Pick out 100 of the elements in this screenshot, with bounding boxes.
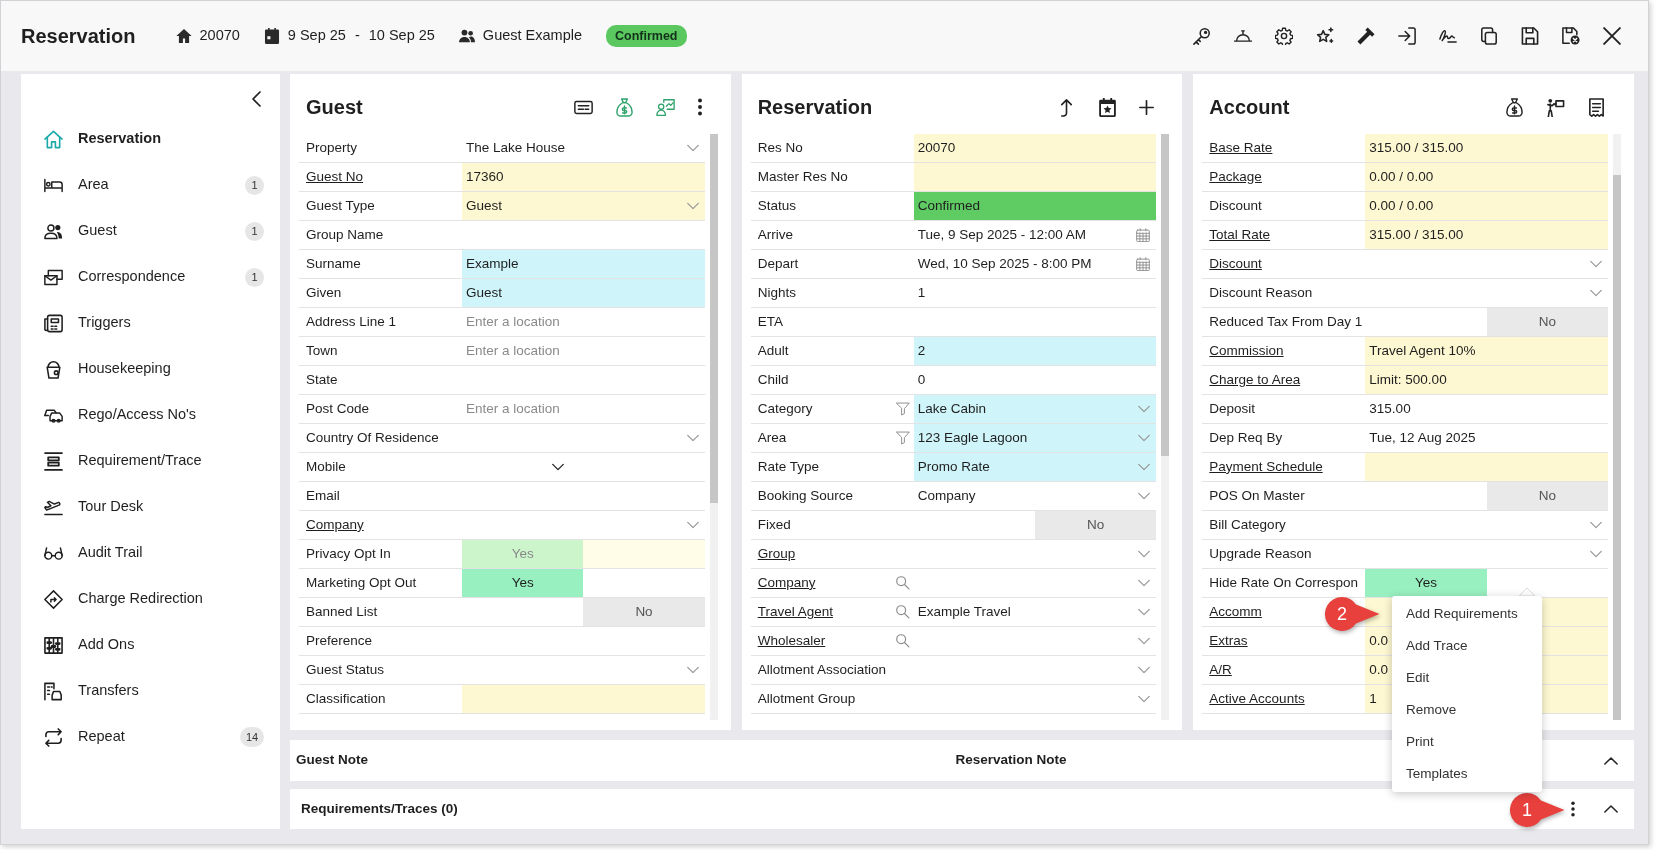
scrollbar-thumb[interactable] [709,134,718,504]
input-field[interactable]: Enter a location [462,395,705,423]
select-field[interactable]: Example Travel [913,598,1157,626]
search-icon[interactable] [895,576,910,590]
input-field[interactable]: Example [462,250,705,278]
input-field[interactable]: 315.00 / 315.00 [1365,134,1608,162]
select-field[interactable]: Lake Cabin [913,395,1157,423]
input-field[interactable] [462,685,705,713]
input-field[interactable]: 2 [913,337,1157,365]
filter-icon[interactable] [895,402,910,416]
input-field[interactable]: 20070 [913,134,1157,162]
input-field[interactable]: 0.00 / 0.00 [1365,192,1608,220]
select-field[interactable]: Company [913,482,1157,510]
calendar-star-icon[interactable] [1098,97,1118,117]
calendar-icon[interactable] [1136,257,1151,271]
person-sign-icon[interactable] [1546,97,1565,117]
field-link[interactable]: Company [306,514,364,536]
date-field[interactable]: Wed, 10 Sep 2025 - 8:00 PM [913,250,1157,278]
date-field[interactable]: Tue, 9 Sep 2025 - 12:00 AM [913,221,1157,249]
sidebar-item[interactable]: Transfers [44,676,264,706]
field-link[interactable]: Wholesaler [757,630,826,652]
menu-item[interactable]: Edit [1392,662,1542,694]
calendar-icon[interactable] [1136,228,1151,242]
sidebar-item[interactable]: Tour Desk [44,492,264,522]
field-link[interactable]: Active Accounts [1209,688,1305,710]
input-field[interactable]: 315.00 [1365,395,1608,423]
field-link[interactable]: Company [757,572,816,594]
sparkle-icon[interactable] [1316,27,1334,45]
field-link[interactable]: Discount [1209,253,1262,275]
scrollbar[interactable] [709,134,718,720]
key-icon[interactable] [1193,27,1211,45]
money-bag-icon[interactable] [1505,97,1524,117]
menu-item[interactable]: Templates [1392,758,1542,790]
sidebar-item[interactable]: Requirement/Trace [44,446,264,476]
select-field[interactable]: Guest [462,192,705,220]
field-link[interactable]: Extras [1209,630,1248,652]
search-icon[interactable] [895,634,910,648]
menu-item[interactable]: Add Requirements [1392,598,1542,630]
sidebar-item[interactable]: Housekeeping [44,354,264,384]
input-field[interactable] [1365,453,1608,481]
copy-icon[interactable] [1480,27,1498,45]
person-chart-icon[interactable] [655,97,675,117]
sidebar-item[interactable]: Correspondence [44,262,245,292]
field-link[interactable]: Travel Agent [757,601,833,623]
field-link[interactable]: Package [1209,166,1262,188]
sidebar-item[interactable]: Guest [44,216,245,246]
field-link[interactable]: Guest No [306,166,364,188]
field-link[interactable]: Charge to Area [1209,369,1301,391]
field-link[interactable]: A/R [1209,659,1232,681]
field-label: Banned List [306,602,378,621]
close-icon[interactable] [1603,27,1621,45]
select-field[interactable]: Promo Rate [913,453,1157,481]
search-icon[interactable] [895,605,910,619]
kebab-menu-icon[interactable] [696,98,703,116]
floppy-x-icon[interactable] [1562,27,1580,45]
chevron-up-icon[interactable] [1604,802,1618,816]
sidebar-item[interactable]: Repeat [44,722,240,752]
menu-item[interactable]: Print [1392,726,1542,758]
sidebar-item[interactable]: Triggers [44,308,264,338]
input-field[interactable]: 0 [913,366,1157,394]
sidebar-item[interactable]: Area [44,170,245,200]
field-link[interactable]: Commission [1209,340,1284,362]
input-field[interactable]: 315.00 / 315.00 [1365,221,1608,249]
input-field[interactable]: Guest [462,279,705,307]
input-field[interactable]: 17360 [462,163,705,191]
menu-item[interactable]: Add Trace [1392,630,1542,662]
cloche-icon[interactable] [1234,27,1252,45]
select-field[interactable]: The Lake House [462,134,705,162]
scrollbar-thumb[interactable] [1161,134,1170,457]
input-field[interactable]: 1 [913,279,1157,307]
sidebar-item[interactable]: Reservation [44,124,264,154]
signature-icon[interactable] [1439,27,1457,45]
chevron-down-icon[interactable] [552,461,564,473]
input-field[interactable]: Limit: 500.00 [1365,366,1608,394]
sidebar-item[interactable]: Rego/Access No's [44,400,264,430]
settings-icon[interactable] [1275,27,1293,45]
input-field[interactable]: Travel Agent 10% [1365,337,1608,365]
select-field[interactable]: 123 Eagle Lagoon [913,424,1157,452]
scrollbar[interactable] [1161,134,1170,720]
input-field[interactable]: Confirmed [913,192,1157,220]
filter-icon[interactable] [895,431,910,445]
field-link[interactable]: Payment Schedule [1209,456,1323,478]
field-link[interactable]: Accomm [1209,601,1262,623]
menu-item[interactable]: Remove [1392,694,1542,726]
sidebar-item[interactable]: Audit Trail [44,538,264,568]
field-link[interactable]: Total Rate [1209,224,1271,246]
kebab-menu-icon[interactable] [1570,801,1576,817]
enter-arrow-icon[interactable] [1398,27,1416,45]
field-link[interactable]: Base Rate [1209,137,1273,159]
input-field[interactable]: Tue, 12 Aug 2025 [1365,424,1608,452]
input-field[interactable]: 0.00 / 0.00 [1365,163,1608,191]
input-field[interactable]: Enter a location [462,337,705,365]
plus-icon[interactable] [1139,99,1155,115]
receipt-icon[interactable] [1587,97,1606,117]
field-link[interactable]: Group [757,543,796,565]
input-field[interactable]: Enter a location [462,308,705,336]
input-field[interactable] [913,163,1157,191]
sidebar-item[interactable]: Charge Redirection [44,584,264,614]
hammer-icon[interactable] [1357,27,1375,45]
sidebar-item[interactable]: Add Ons [44,630,264,660]
